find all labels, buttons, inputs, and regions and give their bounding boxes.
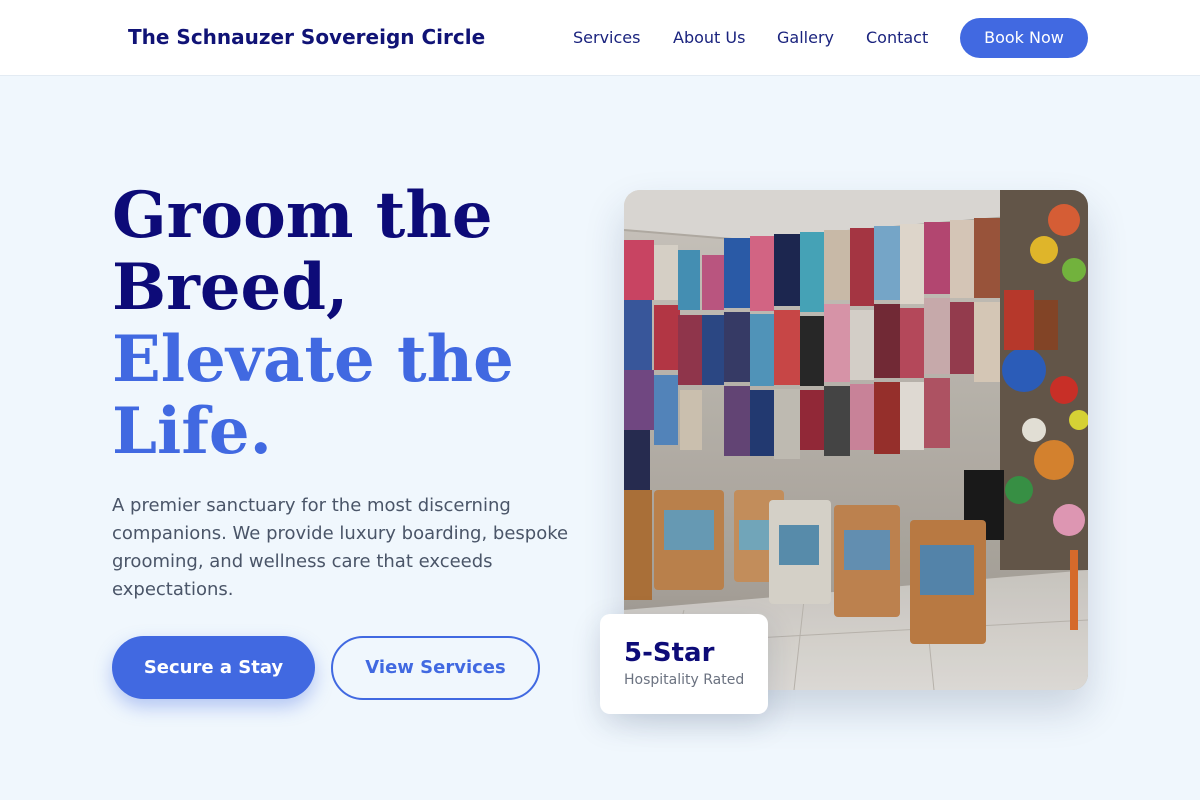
brand-name[interactable]: The Schnauzer Sovereign Circle — [128, 25, 485, 49]
hero-title-line: Breed, — [112, 250, 349, 325]
secure-a-stay-button[interactable]: Secure a Stay — [112, 636, 315, 699]
nav-link-services[interactable]: Services — [573, 28, 640, 47]
rating-value: 5-Star — [624, 638, 715, 668]
hero-title: Groom the Breed, Elevate the Life. — [112, 180, 532, 468]
book-now-button[interactable]: Book Now — [960, 18, 1088, 58]
hero-title-line: Groom the — [112, 178, 493, 253]
rating-card: 5-Star Hospitality Rated — [600, 614, 768, 714]
nav-link-gallery[interactable]: Gallery — [777, 28, 834, 47]
nav-link-about-us[interactable]: About Us — [673, 28, 745, 47]
hero-description: A premier sanctuary for the most discern… — [112, 495, 569, 600]
site-header: The Schnauzer Sovereign Circle Services … — [0, 0, 1200, 76]
rating-label: Hospitality Rated — [624, 672, 745, 688]
view-services-button[interactable]: View Services — [331, 636, 540, 700]
nav-link-contact[interactable]: Contact — [866, 28, 928, 47]
hero-title-accent-line: Elevate the — [112, 322, 514, 397]
hero-title-accent-line: Life. — [112, 394, 272, 469]
